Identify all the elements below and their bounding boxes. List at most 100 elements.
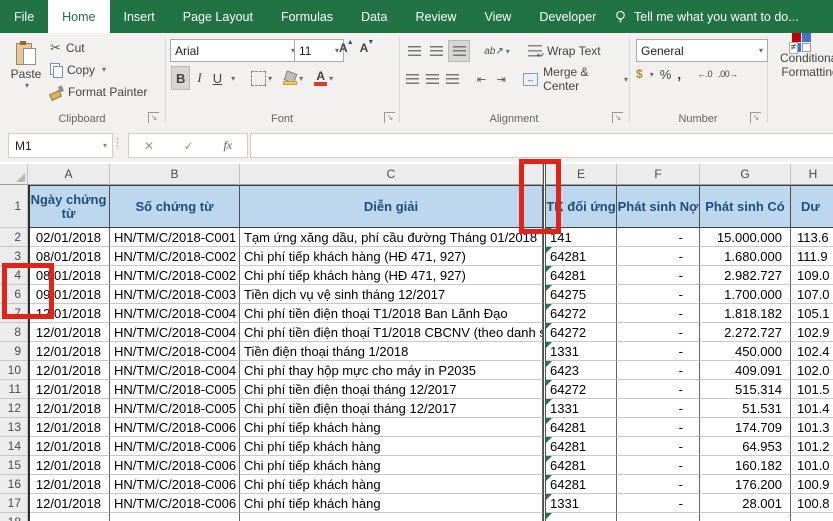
cell-E12[interactable]: 1331 — [546, 399, 617, 418]
tab-review[interactable]: Review — [401, 0, 470, 33]
cell-C12[interactable]: Chi phí tiền điện thoại tháng 12/2017 — [240, 399, 543, 418]
cell-B8[interactable]: HN/TM/C/2018-C004 — [110, 323, 240, 342]
cell-C10[interactable]: Chi phí thay hộp mực cho máy in P2035 — [240, 361, 543, 380]
cell-A15[interactable]: 12/01/2018 — [28, 456, 110, 475]
cell-B17[interactable]: HN/TM/C/2018-C006 — [110, 494, 240, 513]
cell-B3[interactable]: HN/TM/C/2018-C002 — [110, 247, 240, 266]
cell-B18[interactable] — [110, 513, 240, 521]
cell-E18[interactable] — [546, 513, 617, 521]
cell-F18[interactable] — [617, 513, 700, 521]
cell-B7[interactable]: HN/TM/C/2018-C004 — [110, 304, 240, 323]
align-right-button[interactable] — [444, 69, 462, 89]
cell-H17[interactable]: 100.8 — [791, 494, 833, 513]
cell-E8[interactable]: 64272 — [546, 323, 617, 342]
cell-A14[interactable]: 12/01/2018 — [28, 437, 110, 456]
cell-C6[interactable]: Tiền dịch vụ vệ sinh tháng 12/2017 — [240, 285, 543, 304]
row-header-9[interactable]: 9 — [0, 342, 28, 361]
cell-G18[interactable] — [700, 513, 791, 521]
cell-F17[interactable]: - — [617, 494, 700, 513]
name-box[interactable]: M1 ▾ — [8, 133, 113, 158]
cell-A11[interactable]: 12/01/2018 — [28, 380, 110, 399]
number-format-combo[interactable]: General ▾ — [636, 39, 768, 62]
cell-A1[interactable]: Ngày chứng từ — [28, 185, 110, 228]
cell-B11[interactable]: HN/TM/C/2018-C005 — [110, 380, 240, 399]
cell-H6[interactable]: 107.0 — [791, 285, 833, 304]
top-align-button[interactable] — [404, 41, 424, 61]
row-header-1[interactable]: 1 — [0, 185, 28, 228]
italic-button[interactable]: I — [193, 67, 205, 89]
cell-B6[interactable]: HN/TM/C/2018-C003 — [110, 285, 240, 304]
cancel-button[interactable]: ✕ — [144, 139, 154, 153]
tab-formulas[interactable]: Formulas — [267, 0, 347, 33]
cell-E15[interactable]: 64281 — [546, 456, 617, 475]
cell-C17[interactable]: Chi phí tiếp khách hàng — [240, 494, 543, 513]
cell-B12[interactable]: HN/TM/C/2018-C005 — [110, 399, 240, 418]
bottom-align-button[interactable] — [448, 40, 470, 62]
align-center-button[interactable] — [424, 69, 442, 89]
cell-F3[interactable]: - — [617, 247, 700, 266]
font-size-combo[interactable]: 11 ▾ — [294, 39, 344, 62]
column-header-G[interactable]: G — [700, 164, 791, 185]
cell-C15[interactable]: Chi phí tiếp khách hàng — [240, 456, 543, 475]
row-header-12[interactable]: 12 — [0, 399, 28, 418]
cell-E16[interactable]: 64281 — [546, 475, 617, 494]
cell-F14[interactable]: - — [617, 437, 700, 456]
tab-home[interactable]: Home — [48, 0, 109, 33]
cell-G2[interactable]: 15.000.000 — [700, 228, 791, 247]
cell-B2[interactable]: HN/TM/C/2018-C001 — [110, 228, 240, 247]
cell-H15[interactable]: 101.0 — [791, 456, 833, 475]
increase-decimal-button[interactable]: ←.0 — [697, 69, 712, 79]
comma-style-button[interactable]: , — [677, 66, 681, 82]
cut-button[interactable]: ✂ Cut — [50, 40, 147, 55]
cell-G9[interactable]: 450.000 — [700, 342, 791, 361]
cell-H4[interactable]: 109.0 — [791, 266, 833, 285]
cell-C8[interactable]: Chi phí tiền điện thoại T1/2018 CBCNV (t… — [240, 323, 543, 342]
align-left-button[interactable] — [404, 69, 422, 89]
cell-C2[interactable]: Tạm ứng xăng dầu, phí cầu đường Tháng 01… — [240, 228, 543, 247]
row-header-14[interactable]: 14 — [0, 437, 28, 456]
clipboard-dialog-launcher[interactable]: ↘ — [148, 112, 159, 123]
cell-E17[interactable]: 1331 — [546, 494, 617, 513]
cell-A17[interactable]: 12/01/2018 — [28, 494, 110, 513]
cell-G13[interactable]: 174.709 — [700, 418, 791, 437]
cell-F4[interactable]: - — [617, 266, 700, 285]
cell-A9[interactable]: 12/01/2018 — [28, 342, 110, 361]
cell-F13[interactable]: - — [617, 418, 700, 437]
cell-H18[interactable] — [791, 513, 833, 521]
cell-F16[interactable]: - — [617, 475, 700, 494]
font-dialog-launcher[interactable]: ↘ — [384, 112, 395, 123]
cell-B13[interactable]: HN/TM/C/2018-C006 — [110, 418, 240, 437]
column-header-A[interactable]: A — [28, 164, 110, 185]
cell-E6[interactable]: 64275 — [546, 285, 617, 304]
cell-B1[interactable]: Số chứng từ — [110, 185, 240, 228]
cell-A10[interactable]: 12/01/2018 — [28, 361, 110, 380]
tab-view[interactable]: View — [470, 0, 525, 33]
cell-B15[interactable]: HN/TM/C/2018-C006 — [110, 456, 240, 475]
dropdown-arrow-icon[interactable]: ▾ — [231, 74, 235, 83]
tab-insert[interactable]: Insert — [110, 0, 169, 33]
cell-F10[interactable]: - — [617, 361, 700, 380]
cell-G10[interactable]: 409.091 — [700, 361, 791, 380]
cell-A18[interactable] — [28, 513, 110, 521]
accounting-format-button[interactable]: $▾ — [636, 67, 654, 82]
cell-G11[interactable]: 515.314 — [700, 380, 791, 399]
cell-C1[interactable]: Diễn giải — [240, 185, 543, 228]
cell-A2[interactable]: 02/01/2018 — [28, 228, 110, 247]
cell-H8[interactable]: 102.9 — [791, 323, 833, 342]
font-color-button[interactable]: A▾ — [310, 67, 337, 89]
cell-H11[interactable]: 101.5 — [791, 380, 833, 399]
cell-F8[interactable]: - — [617, 323, 700, 342]
cell-E7[interactable]: 64272 — [546, 304, 617, 323]
cell-H13[interactable]: 101.3 — [791, 418, 833, 437]
cell-H10[interactable]: 102.0 — [791, 361, 833, 380]
cell-B14[interactable]: HN/TM/C/2018-C006 — [110, 437, 240, 456]
cell-C11[interactable]: Chi phí tiền điện thoại tháng 12/2017 — [240, 380, 543, 399]
cell-G15[interactable]: 160.182 — [700, 456, 791, 475]
fill-color-button[interactable]: ▾ — [279, 67, 307, 89]
cell-H1[interactable]: Dư — [791, 185, 833, 228]
cell-F15[interactable]: - — [617, 456, 700, 475]
cell-C7[interactable]: Chi phí tiền điện thoại T1/2018 Ban Lãnh… — [240, 304, 543, 323]
cell-G12[interactable]: 51.531 — [700, 399, 791, 418]
cell-C3[interactable]: Chi phí tiếp khách hàng (HĐ 471, 927) — [240, 247, 543, 266]
format-painter-button[interactable]: Format Painter — [50, 84, 147, 99]
